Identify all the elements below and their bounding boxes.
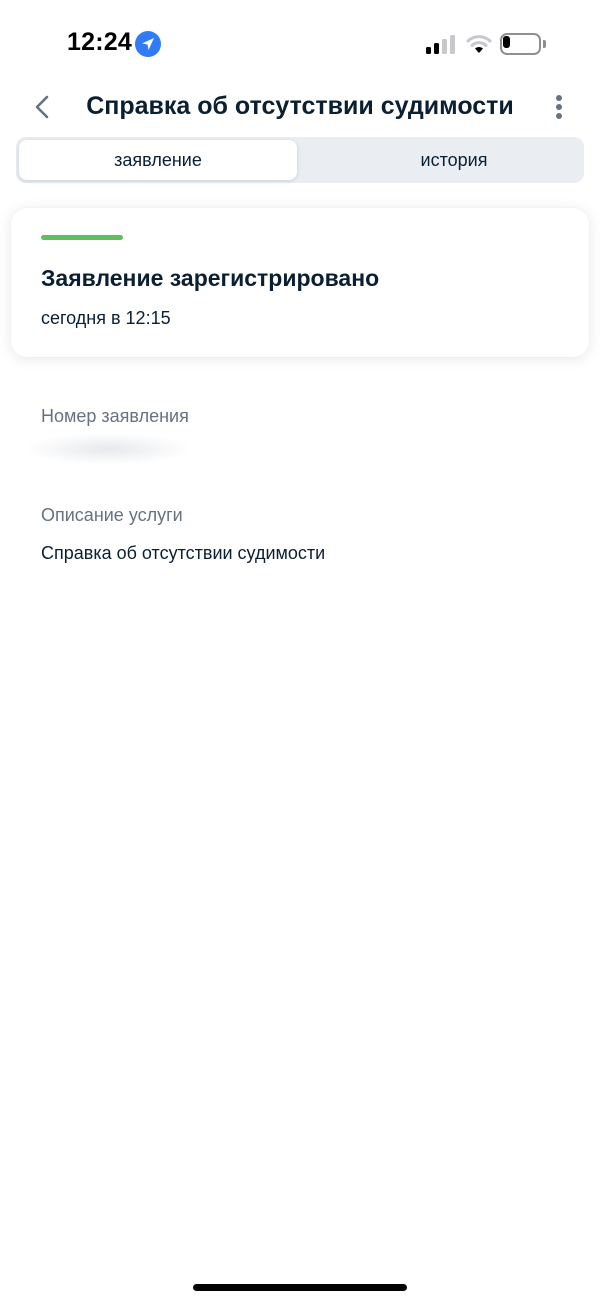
status-timestamp: сегодня в 12:15 bbox=[41, 308, 171, 328]
application-number-value-redacted bbox=[28, 434, 188, 464]
status-indicator-bar bbox=[41, 235, 123, 240]
back-button[interactable] bbox=[26, 90, 60, 124]
status-card: Заявление зарегистрировано сегодня в 12:… bbox=[11, 208, 589, 357]
service-description-label: Описание услуги bbox=[41, 505, 183, 525]
home-indicator[interactable] bbox=[193, 1284, 407, 1291]
status-bar: 12:24 bbox=[0, 0, 600, 80]
screen: 12:24 Справка об отсутствии судимости за… bbox=[0, 0, 600, 1303]
battery-icon bbox=[500, 33, 546, 55]
wifi-icon bbox=[465, 33, 493, 60]
chevron-left-icon bbox=[35, 95, 49, 119]
battery-level-fill bbox=[503, 36, 510, 48]
page-title: Справка об отсутствии судимости bbox=[86, 92, 514, 120]
more-vertical-icon bbox=[556, 95, 562, 101]
header: Справка об отсутствии судимости bbox=[0, 84, 600, 130]
tab-application[interactable]: заявление bbox=[19, 140, 297, 180]
tab-history[interactable]: история bbox=[315, 140, 593, 180]
location-arrow-icon bbox=[135, 31, 161, 57]
application-number-label: Номер заявления bbox=[41, 406, 189, 426]
cellular-signal-icon bbox=[426, 34, 458, 54]
service-description-value: Справка об отсутствии судимости bbox=[41, 543, 326, 563]
status-title: Заявление зарегистрировано bbox=[41, 265, 380, 291]
status-time: 12:24 bbox=[67, 28, 132, 56]
more-button[interactable] bbox=[546, 92, 572, 122]
segmented-tabs: заявление история bbox=[16, 137, 584, 183]
